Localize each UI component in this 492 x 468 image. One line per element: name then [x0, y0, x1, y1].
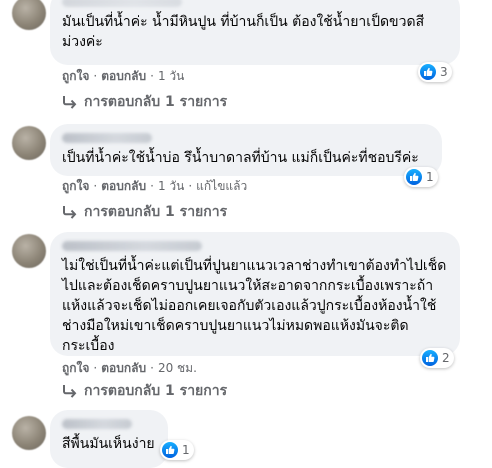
comment-bubble: สีพื้นมันเห็นง่าย: [50, 410, 168, 468]
view-replies-label: การตอบกลับ 1 รายการ: [84, 383, 228, 399]
commenter-avatar[interactable]: [12, 0, 46, 30]
like-link[interactable]: ถูกใจ: [62, 179, 89, 193]
reply-link[interactable]: ตอบกลับ: [101, 179, 146, 193]
commenter-avatar[interactable]: [12, 416, 46, 450]
comment-actions: ถูกใจ · ตอบกลับ · 1 วัน · แก้ไขแล้ว: [62, 179, 248, 193]
view-replies-link[interactable]: การตอบกลับ 1 รายการ: [62, 202, 227, 222]
commenter-avatar[interactable]: [12, 234, 46, 268]
comment-timestamp[interactable]: 1 วัน: [158, 179, 184, 193]
comment-text: มันเป็นที่น้ำค่ะ น้ำมีหินปูน ที่บ้านก็เป…: [62, 14, 425, 50]
commenter-name[interactable]: [62, 419, 132, 429]
reaction-count[interactable]: 1: [404, 167, 438, 187]
like-icon: [420, 64, 436, 80]
reaction-count[interactable]: 3: [418, 62, 452, 82]
comment-bubble: มันเป็นที่น้ำค่ะ น้ำมีหินปูน ที่บ้านก็เป…: [50, 0, 460, 65]
reaction-count[interactable]: 1: [160, 440, 194, 460]
commenter-name[interactable]: [62, 241, 202, 251]
reply-arrow-icon: [63, 206, 77, 219]
like-icon: [162, 442, 178, 458]
like-icon: [422, 350, 438, 366]
commenter-name[interactable]: [62, 0, 182, 7]
comment-text: เป็นที่น้ำค่ะใช้น้ำบ่อ รึน้ำบาดาลที่บ้าน…: [62, 150, 419, 166]
view-replies-label: การตอบกลับ 1 รายการ: [84, 204, 228, 220]
reply-link[interactable]: ตอบกลับ: [101, 361, 146, 375]
reaction-count-number: 3: [440, 65, 448, 79]
view-replies-link[interactable]: การตอบกลับ 1 รายการ: [62, 92, 227, 112]
commenter-avatar[interactable]: [12, 126, 46, 160]
view-replies-label: การตอบกลับ 1 รายการ: [84, 94, 228, 110]
comment-timestamp[interactable]: 20 ชม.: [158, 361, 197, 375]
comment-actions: ถูกใจ · ตอบกลับ · 20 ชม.: [62, 361, 197, 375]
reaction-count-number: 1: [426, 170, 434, 184]
reaction-count-number: 2: [442, 351, 450, 365]
comment-bubble: ไม่ใช่เป็นที่น้ำค่ะแต่เป็นที่ปูนยาแนวเวล…: [50, 232, 460, 356]
comment-bubble: เป็นที่น้ำค่ะใช้น้ำบ่อ รึน้ำบาดาลที่บ้าน…: [50, 124, 442, 176]
reaction-count-number: 1: [182, 443, 190, 457]
comment-text: สีพื้นมันเห็นง่าย: [62, 436, 155, 452]
reply-arrow-icon: [63, 385, 77, 398]
comment-text: ไม่ใช่เป็นที่น้ำค่ะแต่เป็นที่ปูนยาแนวเวล…: [62, 258, 447, 354]
like-link[interactable]: ถูกใจ: [62, 361, 89, 375]
reply-arrow-icon: [63, 96, 77, 109]
reaction-count[interactable]: 2: [420, 348, 454, 368]
commenter-name[interactable]: [62, 133, 152, 143]
reply-link[interactable]: ตอบกลับ: [101, 69, 146, 83]
view-replies-link[interactable]: การตอบกลับ 1 รายการ: [62, 381, 227, 401]
like-icon: [406, 169, 422, 185]
comment-actions: ถูกใจ · ตอบกลับ · 1 วัน: [62, 69, 185, 83]
comment-timestamp[interactable]: 1 วัน: [158, 69, 184, 83]
like-link[interactable]: ถูกใจ: [62, 69, 89, 83]
edited-label[interactable]: แก้ไขแล้ว: [196, 179, 247, 193]
